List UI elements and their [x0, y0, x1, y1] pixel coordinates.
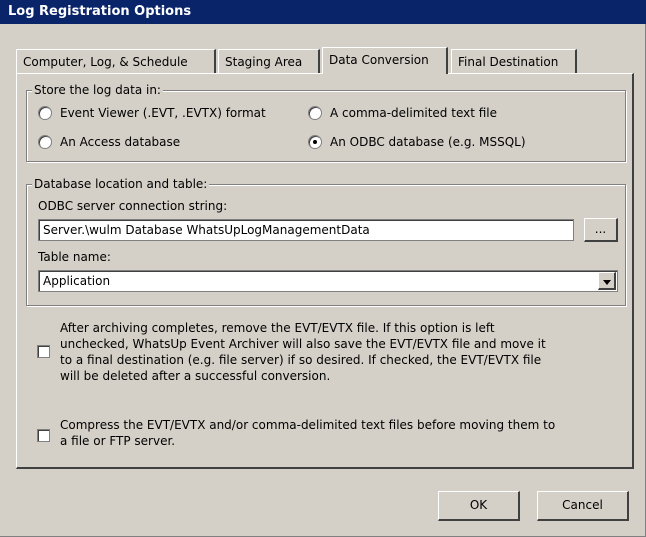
- cancel-button[interactable]: Cancel: [537, 491, 629, 521]
- radio-label: Event Viewer (.EVT, .EVTX) format: [60, 106, 266, 120]
- ok-button[interactable]: OK: [438, 491, 520, 521]
- radio-dot[interactable]: [308, 106, 322, 120]
- radio-label: An ODBC database (e.g. MSSQL): [330, 135, 526, 149]
- chevron-down-icon: [602, 280, 611, 285]
- tab-staging-area[interactable]: Staging Area: [218, 49, 320, 73]
- store-group: Store the log data in:: [26, 82, 626, 162]
- remove-evt-checkbox[interactable]: [37, 345, 50, 358]
- table-name-label: Table name:: [38, 250, 111, 264]
- table-dropdown-button[interactable]: [598, 272, 616, 290]
- radio-comma-delimited[interactable]: A comma-delimited text file: [308, 106, 497, 120]
- dialog-window: Log Registration Options Computer, Log, …: [0, 0, 646, 537]
- radio-dot[interactable]: [38, 106, 52, 120]
- radio-access-database[interactable]: An Access database: [38, 135, 180, 149]
- browse-button[interactable]: ...: [584, 218, 618, 242]
- radio-odbc-database[interactable]: An ODBC database (e.g. MSSQL): [308, 135, 526, 149]
- radio-dot[interactable]: [38, 135, 52, 149]
- tab-data-conversion[interactable]: Data Conversion: [322, 47, 448, 74]
- compress-text: Compress the EVT/EVTX and/or comma-delim…: [60, 418, 556, 448]
- table-name-value: Application: [43, 274, 111, 288]
- database-legend: Database location and table:: [32, 176, 210, 192]
- radio-dot-selected[interactable]: [308, 135, 322, 149]
- window-title: Log Registration Options: [0, 0, 646, 24]
- compress-checkbox[interactable]: [37, 429, 50, 442]
- store-legend: Store the log data in:: [32, 82, 163, 98]
- radio-label: An Access database: [60, 135, 181, 149]
- conn-string-label: ODBC server connection string:: [38, 199, 228, 213]
- tab-computer-log-schedule[interactable]: Computer, Log, & Schedule: [16, 49, 216, 73]
- remove-evt-text: After archiving completes, remove the EV…: [60, 321, 546, 383]
- radio-event-viewer[interactable]: Event Viewer (.EVT, .EVTX) format: [38, 106, 266, 120]
- tab-final-destination[interactable]: Final Destination: [451, 49, 577, 73]
- radio-label: A comma-delimited text file: [330, 106, 498, 120]
- conn-string-input[interactable]: Server.\wulm Database WhatsUpLogManageme…: [38, 219, 574, 241]
- table-name-select[interactable]: Application: [38, 270, 618, 292]
